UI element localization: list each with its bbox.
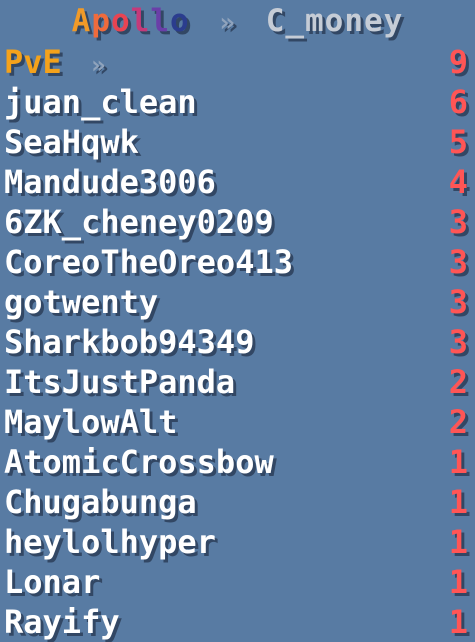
player-name: Chugabunga xyxy=(4,483,197,521)
player-row: CoreoTheOreo413 3 xyxy=(0,242,475,282)
player-score: 6 xyxy=(448,83,468,121)
player-score: 3 xyxy=(448,203,468,241)
player-score: 1 xyxy=(448,563,468,601)
player-row: Chugabunga 1 xyxy=(0,482,475,522)
player-row: heylolhyper 1 xyxy=(0,522,475,562)
objective-label: PvE xyxy=(4,43,62,81)
player-name: heylolhyper xyxy=(4,523,216,561)
brand-letter: p xyxy=(91,3,111,39)
player-score: 1 xyxy=(448,443,468,481)
player-name: ItsJustPanda xyxy=(4,363,236,401)
objective-separator: » xyxy=(91,51,106,79)
scoreboard: Apollo » C_money PvE » 9 juan_clean 6 Sea… xyxy=(0,0,475,642)
header-separator: » xyxy=(219,8,237,38)
player-score: 1 xyxy=(448,483,468,521)
player-score: 3 xyxy=(448,323,468,361)
player-row: Lonar 1 xyxy=(0,562,475,602)
player-name: SeaHqwk xyxy=(4,123,139,161)
player-score: 4 xyxy=(448,163,468,201)
player-name: Rayify xyxy=(4,603,120,641)
player-name: AtomicCrossbow xyxy=(4,443,274,481)
player-row: MaylowAlt 2 xyxy=(0,402,475,442)
player-row: AtomicCrossbow 1 xyxy=(0,442,475,482)
server-brand: Apollo xyxy=(72,3,210,39)
brand-letter: o xyxy=(111,3,131,39)
objective-title-row: PvE » 9 xyxy=(0,42,475,82)
player-score: 3 xyxy=(448,283,468,321)
player-row: SeaHqwk 5 xyxy=(0,122,475,162)
player-score: 3 xyxy=(448,243,468,281)
player-row: 6ZK_cheney0209 3 xyxy=(0,202,475,242)
player-row: juan_clean 6 xyxy=(0,82,475,122)
player-name: juan_clean xyxy=(4,83,197,121)
brand-letter: A xyxy=(71,3,92,39)
player-name: 6ZK_cheney0209 xyxy=(4,203,274,241)
player-name: Mandude3006 xyxy=(4,163,216,201)
player-row: Rayify 1 xyxy=(0,602,475,642)
player-name: Sharkbob94349 xyxy=(4,323,255,361)
player-row: gotwenty 3 xyxy=(0,282,475,322)
player-name: MaylowAlt xyxy=(4,403,178,441)
player-score: 2 xyxy=(448,403,468,441)
player-score: 5 xyxy=(448,123,468,161)
player-row: ItsJustPanda 2 xyxy=(0,362,475,402)
player-row: Sharkbob94349 3 xyxy=(0,322,475,362)
brand-letter: o xyxy=(170,3,190,39)
player-name: Lonar xyxy=(4,563,101,601)
objective-score: 9 xyxy=(448,43,468,81)
player-score: 2 xyxy=(448,363,468,401)
brand-letter: l xyxy=(130,3,151,39)
server-name: C_money xyxy=(265,3,404,39)
player-score: 1 xyxy=(448,523,468,561)
objective-label-group: PvE » xyxy=(4,42,106,85)
player-score: 1 xyxy=(448,603,468,641)
player-name: gotwenty xyxy=(4,283,159,321)
scoreboard-header: Apollo » C_money xyxy=(0,0,475,42)
brand-letter: l xyxy=(150,3,171,39)
player-row: Mandude3006 4 xyxy=(0,162,475,202)
player-name: CoreoTheOreo413 xyxy=(4,243,293,281)
